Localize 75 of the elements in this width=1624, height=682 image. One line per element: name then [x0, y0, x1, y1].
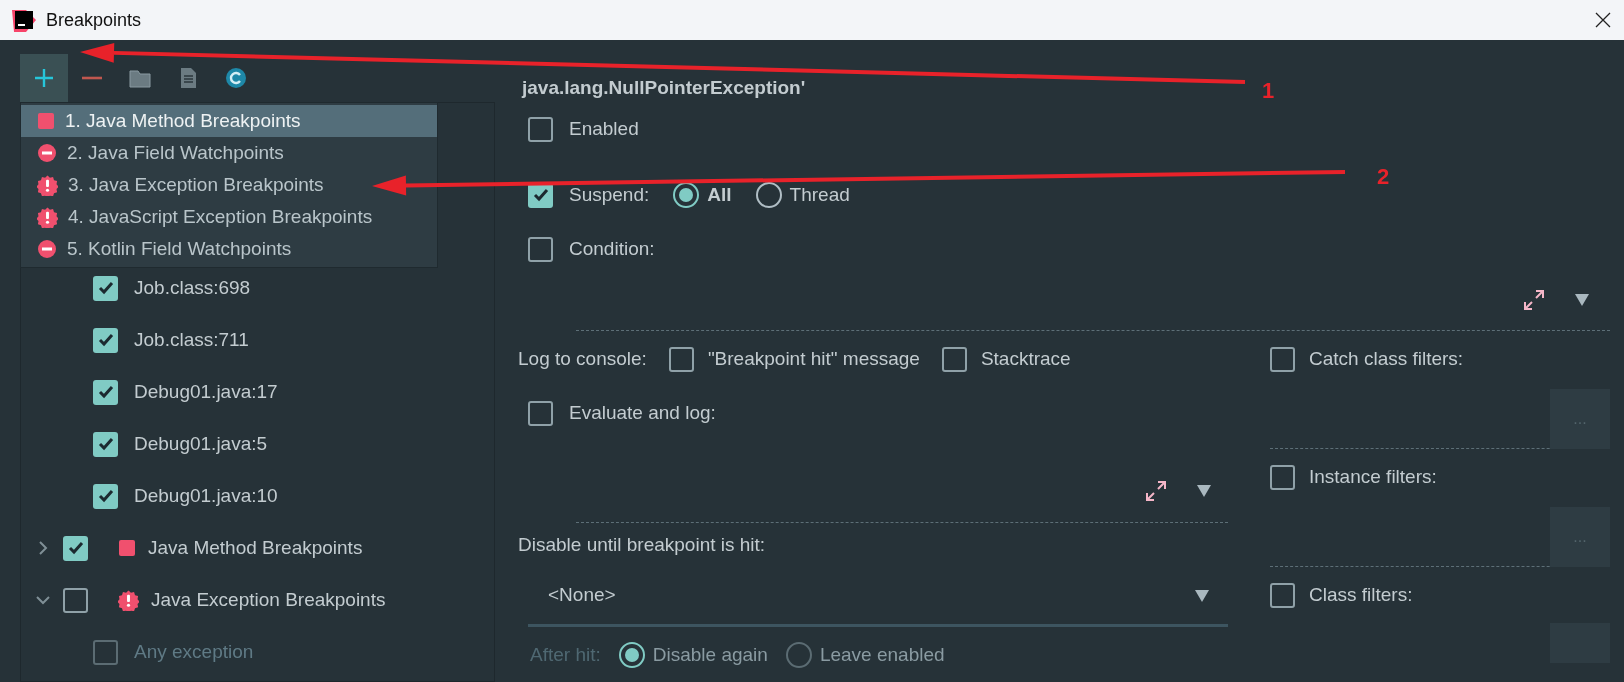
check-icon [96, 279, 115, 297]
enabled-label: Enabled [569, 116, 639, 141]
field-watchpoint-icon [37, 239, 57, 259]
dropdown-caret-icon[interactable] [1574, 292, 1590, 307]
checkbox[interactable] [1270, 346, 1295, 372]
checkbox[interactable] [1270, 464, 1295, 490]
checkbox[interactable] [93, 431, 118, 457]
minus-icon [81, 76, 103, 80]
check-icon [96, 435, 115, 453]
log-option-label: Stacktrace [980, 346, 1071, 371]
menu-item[interactable]: 1. Java Method Breakpoints [21, 105, 437, 137]
radio-label: Leave enabled [819, 642, 945, 667]
checkbox[interactable] [528, 400, 553, 426]
checkbox[interactable] [528, 236, 553, 262]
filter-label: Instance filters: [1309, 464, 1437, 489]
checkbox[interactable] [1270, 582, 1295, 608]
log-option-label: "Breakpoint hit" message [707, 346, 920, 371]
plus-icon [33, 67, 55, 89]
radio-label: All [707, 182, 732, 207]
check-icon [96, 331, 115, 349]
app-logo-icon [12, 8, 36, 32]
expand-icon[interactable] [1522, 287, 1546, 312]
exception-breakpoint-icon [37, 174, 58, 196]
checkbox[interactable] [63, 535, 88, 561]
checkbox[interactable] [63, 587, 88, 613]
window-title: Breakpoints [46, 8, 142, 32]
disable-until-label: Disable until breakpoint is hit: [518, 532, 766, 557]
radio-label: Thread [789, 182, 850, 207]
checkbox[interactable] [93, 379, 118, 405]
tree-group-label[interactable]: Java Exception Breakpoints [151, 585, 386, 615]
checkbox[interactable] [941, 346, 967, 372]
annotation-number: 1 [1262, 77, 1275, 105]
breakpoint-title: java.lang.NullPointerException' [520, 77, 806, 99]
filter-label: Class filters: [1309, 582, 1413, 607]
tree-group-label[interactable]: Java Method Breakpoints [148, 533, 363, 563]
checkbox[interactable] [93, 483, 118, 509]
check-icon [531, 186, 550, 204]
radio-button[interactable] [673, 182, 700, 208]
close-icon[interactable] [1594, 11, 1612, 29]
add-button[interactable] [20, 54, 68, 102]
checkbox[interactable] [668, 346, 694, 372]
tree-item-label[interactable]: Job.class:698 [134, 273, 251, 303]
radio-button[interactable] [755, 182, 782, 208]
exception-breakpoint-icon [37, 206, 58, 228]
log-to-console-label: Log to console: [518, 346, 647, 371]
check-icon [96, 487, 115, 505]
exception-breakpoint-icon [118, 589, 139, 611]
expand-icon[interactable] [1144, 478, 1168, 503]
annotation-number: 2 [1377, 163, 1390, 191]
checkbox[interactable] [528, 116, 553, 142]
suspend-label: Suspend: [569, 182, 650, 207]
filter-label: Catch class filters: [1309, 346, 1464, 371]
dropdown-caret-icon[interactable] [1196, 483, 1212, 498]
checkbox[interactable] [93, 327, 118, 353]
menu-item[interactable]: 2. Java Field Watchpoints [21, 137, 437, 169]
tree-item-label[interactable]: Debug01.java:10 [134, 481, 278, 511]
after-hit-label: After hit: [530, 642, 601, 667]
method-breakpoint-icon [118, 539, 136, 557]
method-breakpoint-icon [37, 112, 55, 130]
tree-item-label[interactable]: Debug01.java:5 [134, 429, 268, 459]
disable-until-dropdown[interactable]: <None> [528, 567, 1228, 627]
menu-item[interactable]: 5. Kotlin Field Watchpoints [21, 233, 437, 265]
tree-item-label[interactable]: Debug01.java:17 [134, 377, 278, 407]
check-icon [96, 383, 115, 401]
menu-item[interactable]: 4. JavaScript Exception Breakpoints [21, 201, 437, 233]
menu-item[interactable]: 3. Java Exception Breakpoints [21, 169, 437, 201]
check-icon [66, 539, 85, 557]
dropdown-caret-icon[interactable] [1194, 588, 1210, 603]
tree-item-label[interactable]: Job.class:711 [134, 325, 249, 355]
condition-label: Condition: [569, 236, 655, 261]
class-icon [223, 65, 249, 91]
field-watchpoint-icon [37, 143, 57, 163]
checkbox[interactable] [93, 275, 118, 301]
evaluate-label: Evaluate and log: [569, 400, 716, 425]
radio-label: Disable again [652, 642, 768, 667]
